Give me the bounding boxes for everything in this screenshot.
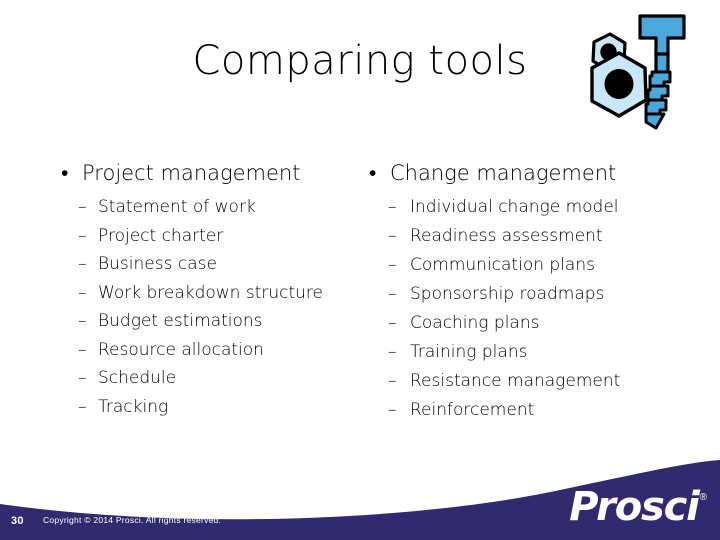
list-item-label: Budget estimations xyxy=(98,311,263,331)
bullet-dash-icon: – xyxy=(388,371,397,391)
content-column-change-management: • Change management – Individual change … xyxy=(360,160,690,429)
list-item-label: Communication plans xyxy=(410,255,595,275)
list-change-management: – Individual change model – Readiness as… xyxy=(360,197,690,421)
bullet-dash-icon: – xyxy=(388,342,397,362)
list-item: – Work breakdown structure xyxy=(52,283,352,304)
bullet-dash-icon: – xyxy=(78,225,87,246)
list-item: – Communication plans xyxy=(360,255,690,276)
list-item: – Individual change model xyxy=(360,197,690,218)
list-item-label: Project charter xyxy=(98,225,224,246)
prosci-logo: Prosci® xyxy=(569,484,707,530)
list-item-label: Tracking xyxy=(98,396,169,417)
large-nut-icon xyxy=(590,51,648,118)
column-heading-label: Change management xyxy=(390,161,617,185)
bullet-dot-icon: • xyxy=(61,161,69,185)
bullet-dash-icon: – xyxy=(388,255,397,275)
content-column-project-management: • Project management – Statement of work… xyxy=(52,160,352,425)
list-item: – Statement of work xyxy=(52,197,352,218)
list-item-label: Statement of work xyxy=(98,197,256,217)
list-item: – Resistance management xyxy=(360,371,690,392)
list-item-label: Sponsorship roadmaps xyxy=(410,284,605,304)
list-item: – Sponsorship roadmaps xyxy=(360,284,690,305)
list-item: – Business case xyxy=(52,254,352,275)
bullet-dash-icon: – xyxy=(388,226,397,246)
slide-footer: 30 Copyright © 2014 Prosci. All rights r… xyxy=(0,460,720,540)
list-item-label: Readiness assessment xyxy=(410,226,603,246)
bullet-dash-icon: – xyxy=(78,197,87,217)
list-item: – Reinforcement xyxy=(360,400,690,421)
bullet-dot-icon: • xyxy=(369,161,377,185)
bullet-dash-icon: – xyxy=(78,254,87,274)
list-item-label: Schedule xyxy=(98,368,177,388)
bullet-dash-icon: – xyxy=(388,313,397,333)
list-item: – Budget estimations xyxy=(52,311,352,332)
list-item-label: Resource allocation xyxy=(98,339,264,360)
list-item-label: Business case xyxy=(98,254,217,274)
list-item: – Training plans xyxy=(360,342,690,363)
list-item-label: Reinforcement xyxy=(410,400,535,420)
bullet-dash-icon: – xyxy=(78,339,87,360)
registered-trademark-icon: ® xyxy=(699,491,707,503)
list-item-label: Individual change model xyxy=(410,197,619,217)
list-item-label: Coaching plans xyxy=(410,313,540,333)
column-heading-project-management: • Project management xyxy=(52,160,352,186)
prosci-logo-wordmark: Prosci xyxy=(569,484,700,530)
bullet-dash-icon: – xyxy=(78,396,87,417)
bullet-dash-icon: – xyxy=(388,284,397,304)
list-item: – Resource allocation xyxy=(52,340,352,361)
footer-page-number: 30 xyxy=(11,515,24,527)
list-item-label: Resistance management xyxy=(410,371,621,391)
list-item: – Schedule xyxy=(52,368,352,389)
list-item-label: Training plans xyxy=(410,342,528,362)
list-item: – Project charter xyxy=(52,226,352,247)
list-project-management: – Statement of work – Project charter – … xyxy=(52,197,352,418)
list-item: – Readiness assessment xyxy=(360,226,690,247)
bullet-dash-icon: – xyxy=(388,197,397,217)
slide-canvas: Comparing tools • Project management – S… xyxy=(0,0,720,540)
list-item: – Coaching plans xyxy=(360,313,690,334)
footer-copyright: Copyright © 2014 Prosci. All rights rese… xyxy=(43,515,222,525)
bullet-dash-icon: – xyxy=(78,368,87,388)
list-item: – Tracking xyxy=(52,397,352,418)
bullet-dash-icon: – xyxy=(78,282,87,303)
list-item-label: Work breakdown structure xyxy=(98,282,324,303)
bullet-dash-icon: – xyxy=(388,400,397,420)
column-heading-label: Project management xyxy=(82,161,301,185)
bullet-dash-icon: – xyxy=(78,311,87,331)
nuts-and-bolt-clipart xyxy=(572,12,712,134)
column-heading-change-management: • Change management xyxy=(360,160,690,186)
